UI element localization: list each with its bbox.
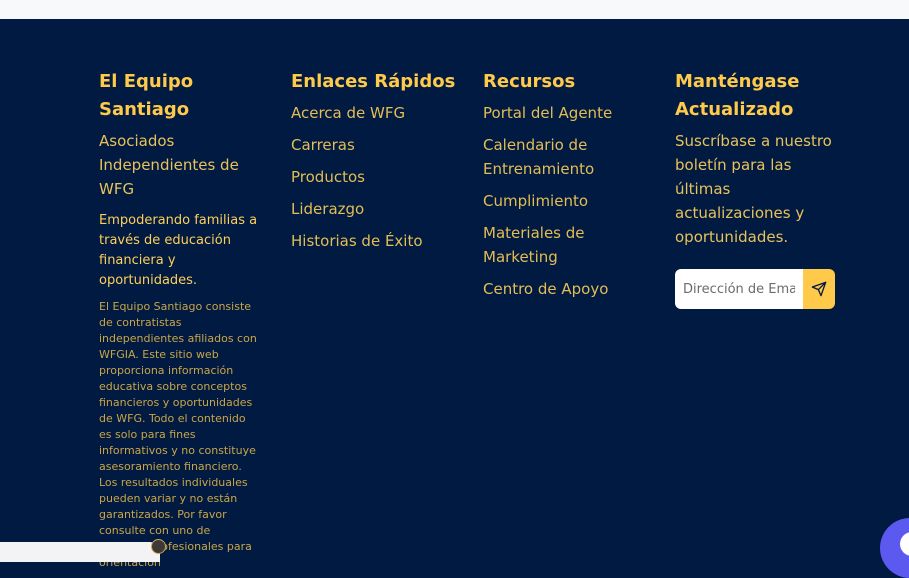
newsletter-heading: Manténgase Actualizado xyxy=(675,71,800,120)
resource-link-support-center[interactable]: Centro de Apoyo xyxy=(483,277,648,301)
subscribe-button[interactable] xyxy=(803,269,835,309)
resources-column: Recursos Portal del Agente Calendario de… xyxy=(483,68,648,309)
resource-link-compliance[interactable]: Cumplimiento xyxy=(483,189,648,213)
quick-link-about[interactable]: Acerca de WFG xyxy=(291,101,456,125)
brand-column: El Equipo Santiago Asociados Independien… xyxy=(99,68,264,571)
brand-subtitle: Asociados Independientes de WFG xyxy=(99,132,239,198)
brand-mission: Empoderando familias a través de educaci… xyxy=(99,213,258,288)
quick-links-heading: Enlaces Rápidos xyxy=(291,71,456,92)
brand-disclaimer: El Equipo Santiago consiste de contratis… xyxy=(99,300,257,569)
email-field[interactable] xyxy=(675,269,803,309)
newsletter-text: Suscríbase a nuestro boletín para las úl… xyxy=(675,132,832,246)
brand-title: El Equipo Santiago xyxy=(99,71,194,120)
resource-link-training-calendar[interactable]: Calendario de Entrenamiento xyxy=(483,133,648,181)
top-strip xyxy=(0,0,909,19)
newsletter-column: Manténgase Actualizado Suscríbase a nues… xyxy=(675,68,840,309)
cookie-preferences-tab[interactable] xyxy=(0,542,160,562)
quick-link-products[interactable]: Productos xyxy=(291,165,456,189)
newsletter-form xyxy=(675,269,840,309)
send-icon xyxy=(811,281,827,297)
resources-heading: Recursos xyxy=(483,71,576,92)
quick-link-careers[interactable]: Carreras xyxy=(291,133,456,157)
resource-link-marketing-materials[interactable]: Materiales de Marketing xyxy=(483,221,648,269)
quick-links-column: Enlaces Rápidos Acerca de WFG Carreras P… xyxy=(291,68,456,261)
cookie-icon[interactable] xyxy=(151,539,166,554)
quick-link-leadership[interactable]: Liderazgo xyxy=(291,197,456,221)
resource-link-agent-portal[interactable]: Portal del Agente xyxy=(483,101,648,125)
quick-link-success-stories[interactable]: Historias de Éxito xyxy=(291,229,456,253)
